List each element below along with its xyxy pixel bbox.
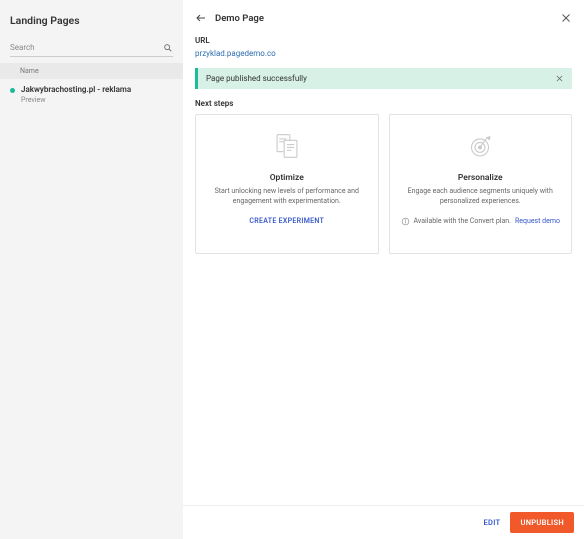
detail-footer: EDIT UNPUBLISH: [183, 505, 584, 539]
close-icon[interactable]: [560, 12, 572, 24]
status-dot-icon: [10, 88, 15, 93]
target-icon: [463, 129, 497, 163]
personalize-card: Personalize Engage each audience segment…: [389, 114, 573, 254]
search-input[interactable]: [10, 41, 163, 54]
url-section: URL przyklad.pagedemo.co: [183, 32, 584, 68]
list-item[interactable]: Jakwybrachosting.pl - reklama Preview: [0, 79, 183, 110]
url-label: URL: [195, 36, 572, 45]
optimize-card: Optimize Start unlocking new levels of p…: [195, 114, 379, 254]
request-demo-link[interactable]: Request demo: [515, 217, 560, 225]
banner-text: Page published successfully: [206, 74, 555, 83]
card-title: Personalize: [458, 173, 503, 183]
create-experiment-button[interactable]: CREATE EXPERIMENT: [249, 217, 324, 225]
card-title: Optimize: [270, 173, 304, 183]
search-icon: [163, 43, 173, 53]
card-description: Engage each audience segments uniquely w…: [405, 187, 555, 207]
url-link[interactable]: przyklad.pagedemo.co: [195, 49, 276, 58]
list-item-subtitle: Preview: [21, 96, 131, 104]
next-steps-label: Next steps: [183, 99, 584, 114]
experiment-pages-icon: [270, 129, 304, 163]
cards-row: Optimize Start unlocking new levels of p…: [183, 114, 584, 254]
banner-close-icon[interactable]: [555, 74, 564, 83]
detail-panel: Demo Page URL przyklad.pagedemo.co Page …: [183, 0, 584, 539]
info-icon: [401, 217, 410, 226]
left-panel: Landing Pages Name Jakwybrachosting.pl -…: [0, 0, 183, 539]
card-description: Start unlocking new levels of performanc…: [212, 187, 362, 207]
column-header-name: Name: [0, 63, 183, 79]
plan-note: Available with the Convert plan.: [414, 217, 511, 225]
back-arrow-icon[interactable]: [195, 12, 207, 24]
list-item-title: Jakwybrachosting.pl - reklama: [21, 85, 131, 94]
success-banner: Page published successfully: [195, 68, 572, 89]
detail-title: Demo Page: [215, 13, 552, 24]
card-footer: Available with the Convert plan. Request…: [401, 217, 560, 226]
unpublish-button[interactable]: UNPUBLISH: [510, 512, 574, 533]
search-field[interactable]: [10, 39, 173, 57]
page-title: Landing Pages: [0, 0, 183, 39]
edit-button[interactable]: EDIT: [483, 518, 500, 527]
detail-header: Demo Page: [183, 0, 584, 32]
